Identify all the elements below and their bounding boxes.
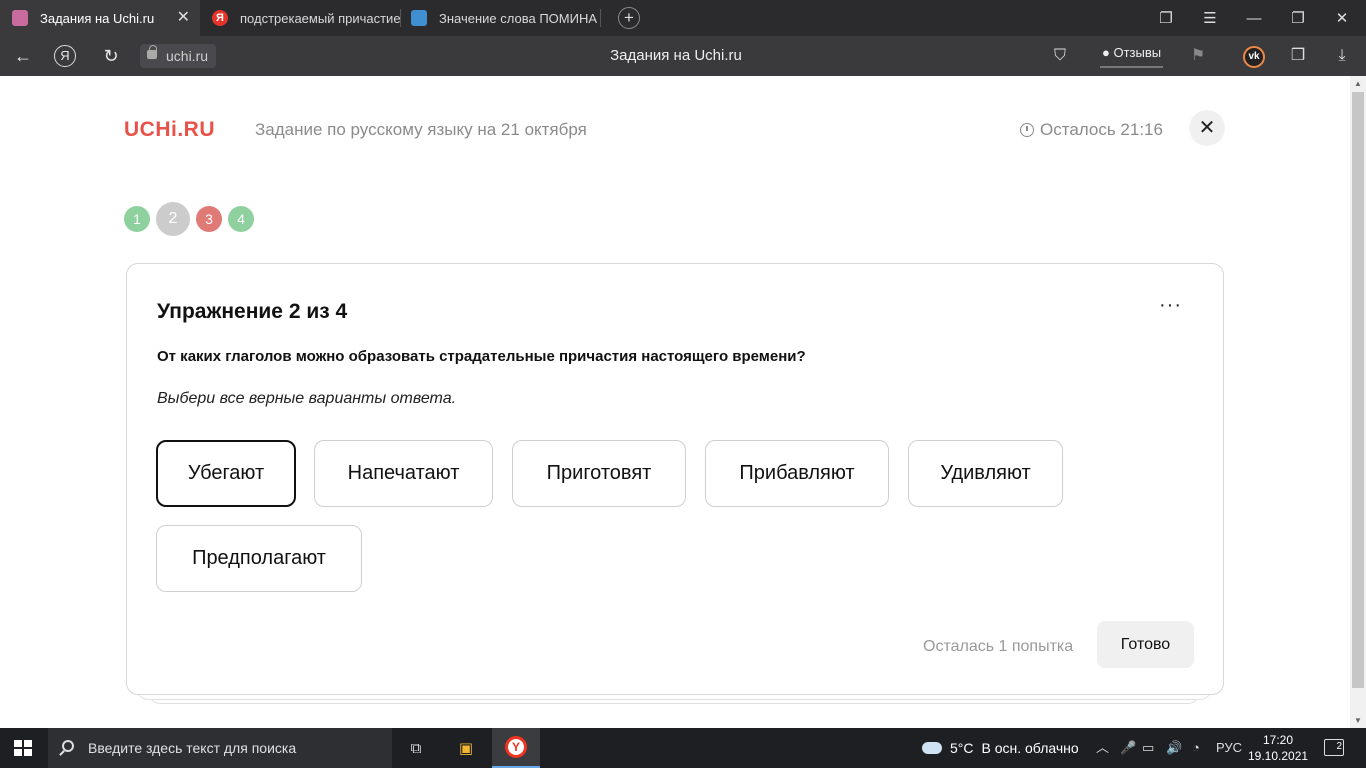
- answer-option[interactable]: Прибавляют: [705, 440, 889, 507]
- uchi-favicon-icon: [12, 10, 28, 26]
- tab-separator: [600, 9, 601, 27]
- taskbar-search-field[interactable]: Введите здесь текст для поиска: [48, 728, 392, 768]
- search-placeholder: Введите здесь текст для поиска: [88, 740, 297, 756]
- timer-text: Осталось 21:16: [1040, 120, 1163, 139]
- restore-button[interactable]: ❐: [1276, 0, 1320, 36]
- close-tab-icon[interactable]: ✕: [177, 9, 190, 27]
- answer-option[interactable]: Приготовят: [512, 440, 686, 507]
- task-title: Задание по русскому языку на 21 октября: [255, 120, 587, 139]
- cloudy-weather-icon: [922, 736, 942, 754]
- step-3[interactable]: 3: [196, 206, 222, 232]
- minimize-button[interactable]: —: [1232, 0, 1276, 36]
- menu-icon[interactable]: ☰: [1188, 0, 1232, 36]
- book-favicon-icon: [411, 10, 427, 26]
- question-text: От каких глаголов можно образовать страд…: [157, 348, 806, 365]
- volume-icon[interactable]: 🔊: [1166, 728, 1182, 768]
- answer-option[interactable]: Напечатают: [314, 440, 493, 507]
- new-tab-button[interactable]: +: [618, 7, 640, 29]
- system-clock[interactable]: 17:20 19.10.2021: [1248, 732, 1308, 764]
- exercise-heading: Упражнение 2 из 4: [157, 300, 348, 323]
- more-options-icon[interactable]: ···: [1159, 294, 1182, 317]
- battery-icon[interactable]: ▭: [1142, 728, 1154, 768]
- scroll-down-icon[interactable]: ▼: [1350, 716, 1366, 725]
- network-icon[interactable]: ◔: [1192, 728, 1200, 768]
- yandex-favicon-icon: Я: [212, 10, 228, 26]
- clock-date: 19.10.2021: [1248, 749, 1309, 763]
- yandex-browser-icon: Y: [505, 736, 527, 758]
- tab-dictionary[interactable]: Значение слова ПОМИНА: [401, 0, 599, 36]
- search-icon: [62, 740, 74, 752]
- hint-text: Выбери все верные варианты ответа.: [157, 390, 457, 407]
- input-language[interactable]: РУС: [1216, 728, 1242, 768]
- microphone-icon[interactable]: 🎤: [1120, 728, 1136, 768]
- window-close-button[interactable]: ✕: [1320, 0, 1364, 36]
- step-2[interactable]: 2: [156, 202, 190, 236]
- weather-widget[interactable]: 5°C В осн. облачно: [922, 728, 1079, 768]
- tab-yandex-search[interactable]: Я подстрекаемый причастие: [200, 0, 400, 36]
- tab-uchi[interactable]: Задания на Uchi.ru ✕: [0, 0, 200, 36]
- scrollbar-thumb[interactable]: [1352, 92, 1364, 688]
- scroll-up-icon[interactable]: ▲: [1350, 79, 1366, 88]
- answer-option[interactable]: Удивляют: [908, 440, 1063, 507]
- exercise-steps: 1 2 3 4: [124, 202, 254, 236]
- step-1[interactable]: 1: [124, 206, 150, 232]
- step-4[interactable]: 4: [228, 206, 254, 232]
- exercise-card: Упражнение 2 из 4 ··· От каких глаголов …: [126, 263, 1224, 695]
- yandex-browser-taskbar-icon[interactable]: Y: [492, 728, 540, 768]
- tab-title: Задания на Uchi.ru: [40, 10, 155, 26]
- browser-tab-bar: Задания на Uchi.ru ✕ Я подстрекаемый при…: [0, 0, 1366, 36]
- page-viewport: UCHi.RU Задание по русскому языку на 21 …: [0, 76, 1350, 728]
- windows-taskbar: Введите здесь текст для поиска ⧉ ▣ Y 5°C…: [0, 728, 1366, 768]
- tab-title: Значение слова ПОМИНА: [439, 10, 598, 26]
- close-task-button[interactable]: ✕: [1189, 110, 1225, 146]
- scrollbar[interactable]: ▲ ▼: [1350, 76, 1366, 728]
- notifications-icon[interactable]: 2: [1324, 739, 1344, 756]
- clock-time: 17:20: [1262, 733, 1294, 747]
- uchi-logo[interactable]: UCHi.RU: [124, 118, 215, 142]
- store-icon[interactable]: ▣: [442, 728, 490, 768]
- attempts-remaining: Осталась 1 попытка: [923, 638, 1074, 655]
- vk-icon[interactable]: vk: [1243, 46, 1265, 68]
- answer-option[interactable]: Предполагают: [156, 525, 362, 592]
- stopwatch-icon: [1020, 123, 1034, 137]
- page-title: Задания на Uchi.ru: [610, 47, 742, 64]
- windows-start-icon[interactable]: [14, 740, 32, 756]
- task-view-icon[interactable]: ⧉: [392, 728, 440, 768]
- answer-option[interactable]: Убегают: [156, 440, 296, 507]
- tab-title: подстрекаемый причастие: [240, 10, 400, 26]
- weather-description: В осн. облачно: [981, 740, 1079, 756]
- collections-icon[interactable]: ❐: [1144, 0, 1188, 36]
- weather-temp: 5°C: [950, 740, 974, 756]
- timer: Осталось 21:16: [1020, 120, 1163, 140]
- done-button[interactable]: Готово: [1097, 621, 1194, 668]
- show-hidden-icons[interactable]: ︿: [1096, 728, 1109, 768]
